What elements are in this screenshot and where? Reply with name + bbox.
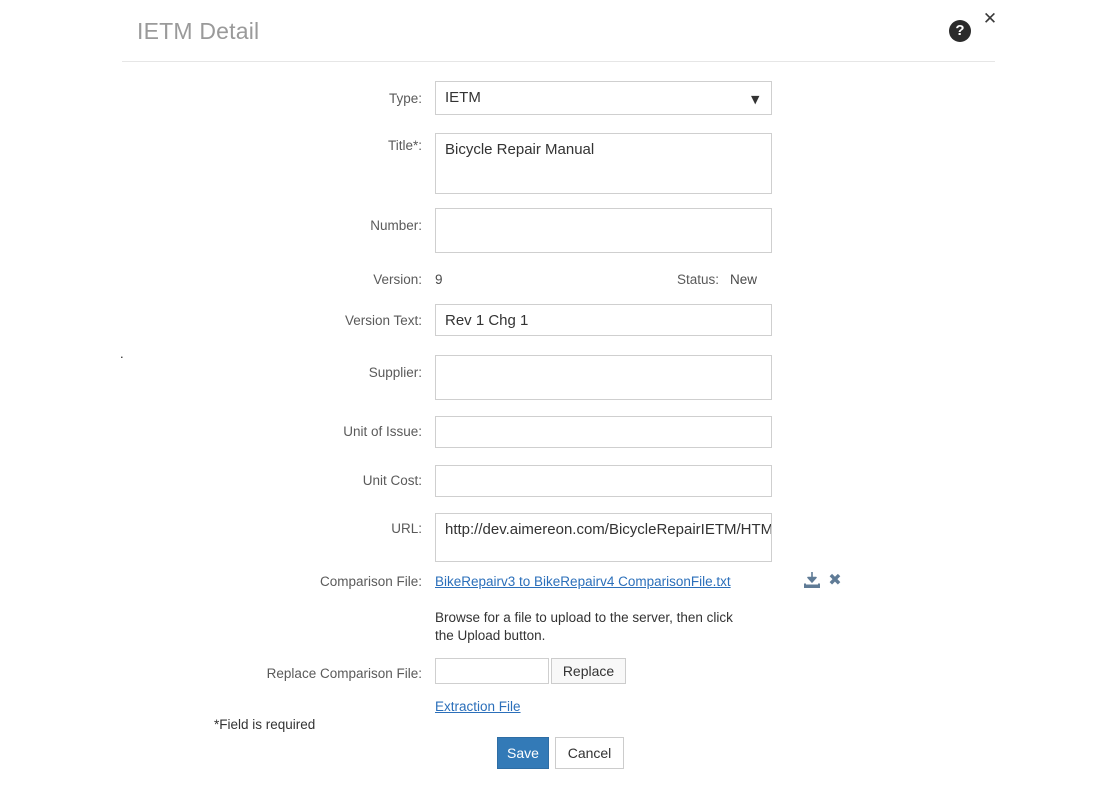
status-label: Status:	[676, 272, 719, 287]
version-label: Version:	[373, 272, 422, 287]
type-label: Type:	[388, 91, 422, 106]
replace-button[interactable]: Replace	[551, 658, 626, 684]
replace-comparison-file-input[interactable]	[435, 658, 549, 684]
supplier-label: Supplier:	[368, 365, 422, 380]
download-icon[interactable]	[802, 570, 822, 590]
version-text-input[interactable]: Rev 1 Chg 1	[435, 304, 772, 336]
replace-comparison-file-label: Replace Comparison File:	[266, 666, 422, 681]
dialog-header: IETM Detail ? ✕	[0, 0, 1120, 62]
title-label: Title*:	[387, 138, 422, 153]
ietm-detail-dialog: IETM Detail ? ✕ . Type: IETM ▼ Title*: B…	[0, 0, 1120, 788]
comparison-file-help-text: Browse for a file to upload to the serve…	[435, 610, 733, 643]
title-input[interactable]: Bicycle Repair Manual	[435, 133, 772, 194]
required-field-note: *Field is required	[214, 717, 316, 732]
close-icon[interactable]: ✕	[981, 10, 999, 28]
unit-of-issue-input[interactable]	[435, 416, 772, 448]
chevron-down-icon[interactable]: ▼	[751, 93, 759, 106]
number-label: Number:	[370, 218, 422, 233]
delete-x-icon[interactable]: ✖	[826, 570, 844, 590]
save-button[interactable]: Save	[497, 737, 549, 769]
stray-mark: .	[120, 346, 124, 361]
comparison-file-link[interactable]: BikeRepairv3 to BikeRepairv4 ComparisonF…	[435, 574, 731, 589]
unit-of-issue-label: Unit of Issue:	[343, 424, 422, 439]
unit-cost-label: Unit Cost:	[362, 473, 422, 488]
unit-cost-input[interactable]	[435, 465, 772, 497]
cancel-button[interactable]: Cancel	[555, 737, 624, 769]
header-divider	[122, 61, 995, 62]
extraction-file-link[interactable]: Extraction File	[435, 699, 521, 714]
page-title: IETM Detail	[137, 18, 260, 44]
version-value: 9	[435, 272, 443, 287]
version-text-label: Version Text:	[344, 313, 422, 328]
supplier-input[interactable]	[435, 355, 772, 400]
help-circle-icon[interactable]: ?	[949, 20, 971, 42]
url-label: URL:	[391, 521, 422, 536]
number-input[interactable]	[435, 208, 772, 253]
type-select[interactable]: IETM	[435, 81, 772, 115]
url-input[interactable]: http://dev.aimereon.com/BicycleRepairIET…	[435, 513, 772, 562]
comparison-file-label: Comparison File:	[319, 574, 422, 589]
status-badge: New	[730, 272, 758, 287]
